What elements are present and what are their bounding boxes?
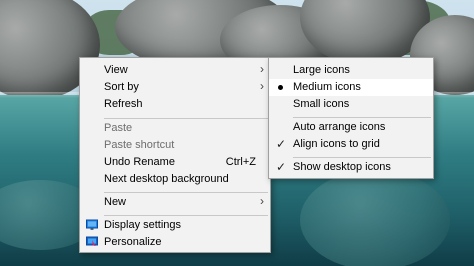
personalize-icon [86, 236, 98, 248]
menu-item-undo-rename[interactable]: Undo Rename Ctrl+Z [80, 154, 270, 171]
menu-separator [104, 192, 268, 193]
menu-item-refresh[interactable]: Refresh [80, 96, 270, 113]
menu-separator [104, 215, 268, 216]
display-settings-icon [86, 219, 98, 231]
menu-item-paste-shortcut: Paste shortcut [80, 137, 270, 154]
menu-item-next-desktop-background[interactable]: Next desktop background [80, 171, 270, 188]
chevron-right-icon: › [260, 194, 264, 208]
menu-item-label: Undo Rename [104, 156, 175, 168]
menu-item-paste: Paste [80, 120, 270, 137]
underwater-rock [300, 170, 450, 266]
menu-item-label: New [104, 196, 127, 208]
submenu-item-large-icons[interactable]: Large icons [269, 62, 433, 79]
menu-item-label: Paste [104, 122, 133, 134]
menu-item-label: Personalize [104, 236, 162, 248]
menu-item-label: Refresh [104, 98, 143, 110]
menu-item-label: Small icons [293, 98, 350, 110]
menu-item-label: Display settings [104, 219, 182, 231]
menu-separator [104, 118, 268, 119]
desktop-context-menu: View › Sort by › Refresh Paste Paste sho… [79, 57, 271, 253]
checkmark-icon: ✓ [276, 160, 287, 174]
menu-item-label: Large icons [293, 64, 350, 76]
checkmark-icon: ✓ [276, 137, 287, 151]
menu-item-label: Sort by [104, 81, 139, 93]
menu-item-label: View [104, 64, 128, 76]
chevron-right-icon: › [260, 79, 264, 93]
menu-item-label: Medium icons [293, 81, 361, 93]
chevron-right-icon: › [260, 62, 264, 76]
view-submenu: Large icons Medium icons Small icons Aut… [268, 57, 434, 179]
menu-item-personalize[interactable]: Personalize [80, 234, 270, 251]
submenu-item-medium-icons[interactable]: Medium icons [269, 79, 433, 96]
menu-item-view[interactable]: View › [80, 62, 270, 79]
menu-item-label: Show desktop icons [293, 161, 391, 173]
submenu-item-auto-arrange-icons[interactable]: Auto arrange icons [269, 119, 433, 136]
menu-item-sort-by[interactable]: Sort by › [80, 79, 270, 96]
submenu-item-small-icons[interactable]: Small icons [269, 96, 433, 113]
menu-item-display-settings[interactable]: Display settings [80, 217, 270, 234]
radio-selected-icon [278, 85, 283, 90]
submenu-item-align-icons-to-grid[interactable]: ✓ Align icons to grid [269, 136, 433, 153]
submenu-item-show-desktop-icons[interactable]: ✓ Show desktop icons [269, 159, 433, 176]
keyboard-shortcut: Ctrl+Z [225, 156, 256, 168]
menu-item-label: Auto arrange icons [293, 121, 386, 133]
menu-separator [293, 157, 431, 158]
menu-separator [293, 117, 431, 118]
menu-item-label: Paste shortcut [104, 139, 175, 151]
menu-item-new[interactable]: New › [80, 194, 270, 211]
menu-item-label: Align icons to grid [293, 138, 380, 150]
menu-item-label: Next desktop background [104, 173, 229, 185]
